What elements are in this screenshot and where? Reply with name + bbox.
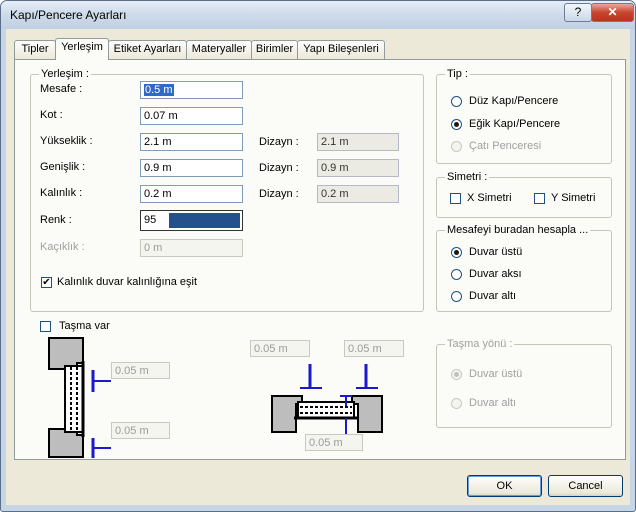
title-bar[interactable]: Kapı/Pencere Ayarları ? ✕ — [1, 1, 635, 29]
mesafe-duvar-ustu-label: Duvar üstü — [469, 246, 523, 258]
renk-value: 95 — [144, 214, 157, 226]
genislik-label: Genişlik : — [40, 161, 86, 173]
tab-materyaller[interactable]: Materyaller — [186, 40, 252, 59]
close-button[interactable]: ✕ — [591, 3, 634, 22]
tasma-left-bottom-input[interactable]: 0.05 m — [111, 422, 170, 439]
kalinlik-dizayn-value: 0.2 m — [317, 185, 399, 203]
simetri-group: Simetri : X Simetri Y Simetri — [436, 171, 612, 218]
mesafe-duvar-alti-radio[interactable] — [451, 291, 462, 302]
kalinlik-label: Kalınlık : — [40, 187, 83, 199]
mesafe-duvar-alti-label: Duvar altı — [469, 290, 517, 302]
dialog-window: Kapı/Pencere Ayarları ? ✕ Tipler Yerleşi… — [0, 0, 636, 512]
tip-cati-radio[interactable] — [451, 141, 462, 152]
mesafe-duvar-ustu-radio[interactable] — [451, 247, 462, 258]
cancel-button[interactable]: Cancel — [548, 475, 623, 497]
tasma-var-checkbox[interactable] — [40, 321, 51, 332]
tab-birimler[interactable]: Birimler — [251, 40, 298, 59]
help-button[interactable]: ? — [564, 3, 592, 22]
tasma-yonu-alti-label: Duvar altı — [469, 397, 517, 409]
mesafe-input[interactable]: 0.5 m — [140, 81, 243, 99]
tab-tipler[interactable]: Tipler — [14, 40, 56, 59]
tasma-plan-diagram — [271, 364, 383, 436]
yerlesim-group: Yerleşim : Mesafe : 0.5 m Kot : 0.07 m Y… — [30, 68, 424, 312]
kaciklik-label: Kaçıklık : — [40, 241, 85, 253]
tasma-yonu-group-title: Taşma yönü : — [445, 338, 515, 350]
tasma-left-top-input[interactable]: 0.05 m — [111, 362, 170, 379]
kalinlik-duvar-checkbox[interactable]: ✔ — [41, 277, 52, 288]
window-title: Kapı/Pencere Ayarları — [10, 8, 127, 22]
tip-egik-label: Eğik Kapı/Pencere — [469, 118, 561, 130]
genislik-dizayn-label: Dizayn : — [259, 162, 299, 174]
yerlesim-group-title: Yerleşim : — [39, 68, 91, 80]
kalinlik-input[interactable]: 0.2 m — [140, 185, 243, 203]
yukseklik-label: Yükseklik : — [40, 135, 93, 147]
mesafe-duvar-aksi-label: Duvar aksı — [469, 268, 522, 280]
tip-egik-radio[interactable] — [451, 119, 462, 130]
tip-cati-label: Çatı Penceresi — [469, 140, 542, 152]
tasma-yonu-group: Taşma yönü : Duvar üstü Duvar altı — [436, 338, 612, 428]
genislik-dizayn-value: 0.9 m — [317, 159, 399, 177]
kalinlik-dizayn-label: Dizayn : — [259, 188, 299, 200]
tasma-yonu-ustu-radio[interactable] — [451, 369, 462, 380]
simetri-group-title: Simetri : — [445, 171, 490, 183]
tip-duz-radio[interactable] — [451, 96, 462, 107]
tip-group-title: Tip : — [445, 68, 470, 80]
renk-color-picker[interactable]: 95 — [140, 210, 243, 231]
mesafe-hesap-group-title: Mesafeyi buradan hesapla ... — [445, 224, 591, 236]
kaciklik-input[interactable]: 0 m — [140, 239, 243, 257]
tasma-plan-bottom-input[interactable]: 0.05 m — [305, 434, 363, 451]
ok-button[interactable]: OK — [467, 475, 542, 497]
tasma-section-diagram — [48, 337, 111, 458]
tip-duz-label: Düz Kapı/Pencere — [469, 95, 559, 107]
tab-yapi-bilesenleri[interactable]: Yapı Bileşenleri — [297, 40, 385, 59]
renk-label: Renk : — [40, 214, 72, 226]
kot-label: Kot : — [40, 109, 63, 121]
tab-yerlesim[interactable]: Yerleşim — [55, 38, 109, 60]
kot-input[interactable]: 0.07 m — [140, 107, 243, 125]
mesafe-duvar-aksi-radio[interactable] — [451, 269, 462, 280]
tab-etiket-ayarlari[interactable]: Etiket Ayarları — [108, 40, 187, 59]
yukseklik-dizayn-value: 2.1 m — [317, 133, 399, 151]
kalinlik-duvar-label: Kalınlık duvar kalınlığına eşit — [57, 276, 198, 288]
mesafe-hesap-group: Mesafeyi buradan hesapla ... Duvar üstü … — [436, 224, 612, 312]
tasma-plan-right-input[interactable]: 0.05 m — [344, 340, 404, 357]
tasma-var-label: Taşma var — [59, 320, 110, 332]
mesafe-label: Mesafe : — [40, 83, 83, 95]
x-simetri-label: X Simetri — [467, 192, 512, 204]
tasma-plan-left-input[interactable]: 0.05 m — [250, 340, 310, 357]
renk-swatch — [169, 213, 240, 228]
y-simetri-label: Y Simetri — [551, 192, 596, 204]
y-simetri-checkbox[interactable] — [534, 193, 545, 204]
yukseklik-dizayn-label: Dizayn : — [259, 136, 299, 148]
x-simetri-checkbox[interactable] — [450, 193, 461, 204]
tasma-yonu-alti-radio[interactable] — [451, 398, 462, 409]
tasma-yonu-ustu-label: Duvar üstü — [469, 368, 523, 380]
tab-panel-yerlesim: Yerleşim : Mesafe : 0.5 m Kot : 0.07 m Y… — [14, 59, 626, 460]
yukseklik-input[interactable]: 2.1 m — [140, 133, 243, 151]
tip-group: Tip : Düz Kapı/Pencere Eğik Kapı/Pencere… — [436, 68, 612, 164]
genislik-input[interactable]: 0.9 m — [140, 159, 243, 177]
dialog-client: Tipler Yerleşim Etiket Ayarları Materyal… — [6, 29, 630, 505]
